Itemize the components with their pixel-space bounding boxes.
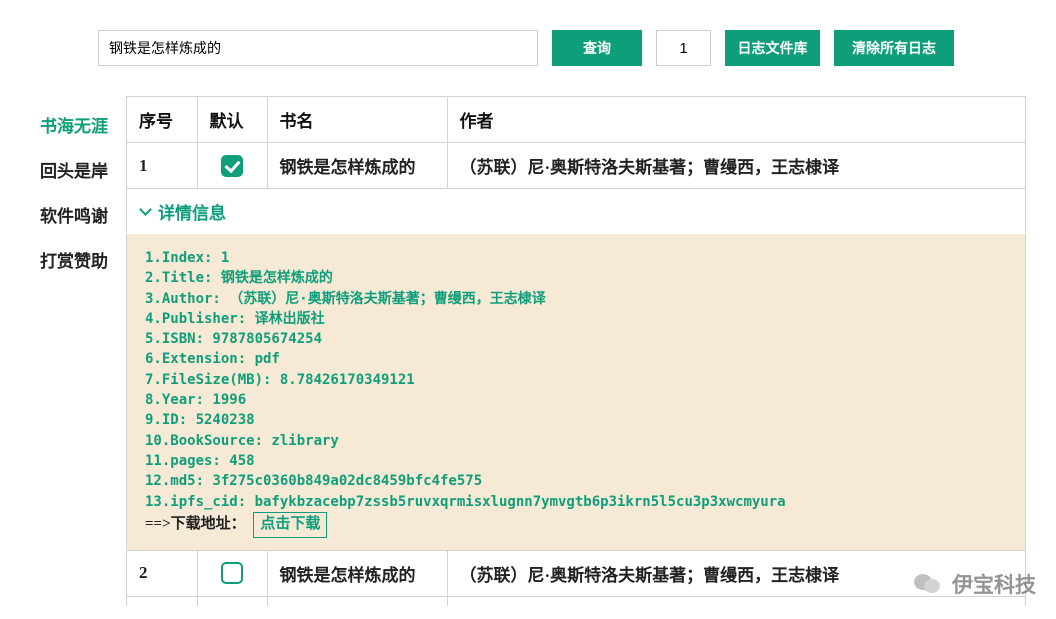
cell-index: 3 — [127, 596, 197, 606]
checkbox-default[interactable] — [221, 155, 243, 177]
search-input[interactable] — [98, 30, 538, 66]
table-row[interactable]: 1 钢铁是怎样炼成的 （苏联）尼·奥斯特洛夫斯基著；曹缦西，王志棣译 — [127, 143, 1026, 189]
cell-index: 1 — [127, 143, 197, 189]
page-number-input[interactable] — [656, 30, 711, 66]
col-title: 书名 — [267, 97, 447, 143]
brand-label: 伊宝科技 — [952, 569, 1036, 599]
col-author: 作者 — [447, 97, 1026, 143]
results-table: 序号 默认 书名 作者 1 钢铁是怎样炼成的 （苏联）尼·奥斯特洛夫斯基著；曹缦… — [126, 96, 1026, 606]
log-store-button[interactable]: 日志文件库 — [725, 30, 820, 66]
checkbox-default[interactable] — [221, 562, 243, 584]
table-header-row: 序号 默认 书名 作者 — [127, 97, 1026, 143]
topbar: 查询 日志文件库 清除所有日志 — [0, 30, 1056, 66]
cell-author: （苏联）尼·奥斯特洛夫斯基著；曹缦西，王志棣译 — [447, 143, 1026, 189]
download-prefix: ==>下载地址： — [145, 516, 246, 532]
col-index: 序号 — [127, 97, 197, 143]
cell-title: 钢铁是怎样炼成的 — [267, 596, 447, 606]
sidebar-item-thanks[interactable]: 软件鸣谢 — [40, 192, 126, 237]
download-link[interactable]: 点击下载 — [253, 512, 327, 538]
cell-title: 钢铁是怎样炼成的 — [267, 143, 447, 189]
brand-watermark: 伊宝科技 — [914, 569, 1036, 599]
cell-index: 2 — [127, 550, 197, 596]
sidebar: 书海无涯 回头是岸 软件鸣谢 打赏赞助 — [40, 96, 126, 606]
clear-logs-button[interactable]: 清除所有日志 — [834, 30, 954, 66]
sidebar-item-bookocean[interactable]: 书海无涯 — [40, 102, 126, 147]
query-button[interactable]: 查询 — [552, 30, 642, 66]
col-default: 默认 — [197, 97, 267, 143]
chevron-down-icon — [139, 203, 152, 216]
detail-toggle[interactable]: 详情信息 — [127, 189, 1025, 234]
detail-body: 1.Index: 1 2.Title: 钢铁是怎样炼成的 3.Author: （… — [127, 234, 1025, 550]
table-row[interactable]: 2 钢铁是怎样炼成的 （苏联）尼·奥斯特洛夫斯基著；曹缦西，王志棣译 — [127, 550, 1026, 596]
wechat-icon — [914, 574, 942, 594]
cell-title: 钢铁是怎样炼成的 — [267, 550, 447, 596]
detail-row: 详情信息 1.Index: 1 2.Title: 钢铁是怎样炼成的 3.Auth… — [127, 189, 1026, 551]
sidebar-item-donate[interactable]: 打赏赞助 — [40, 237, 126, 282]
detail-header-label: 详情信息 — [158, 199, 226, 224]
table-row[interactable]: 3 钢铁是怎样炼成的 奥斯特洛夫斯基;赵健 — [127, 596, 1026, 606]
sidebar-item-return[interactable]: 回头是岸 — [40, 147, 126, 192]
